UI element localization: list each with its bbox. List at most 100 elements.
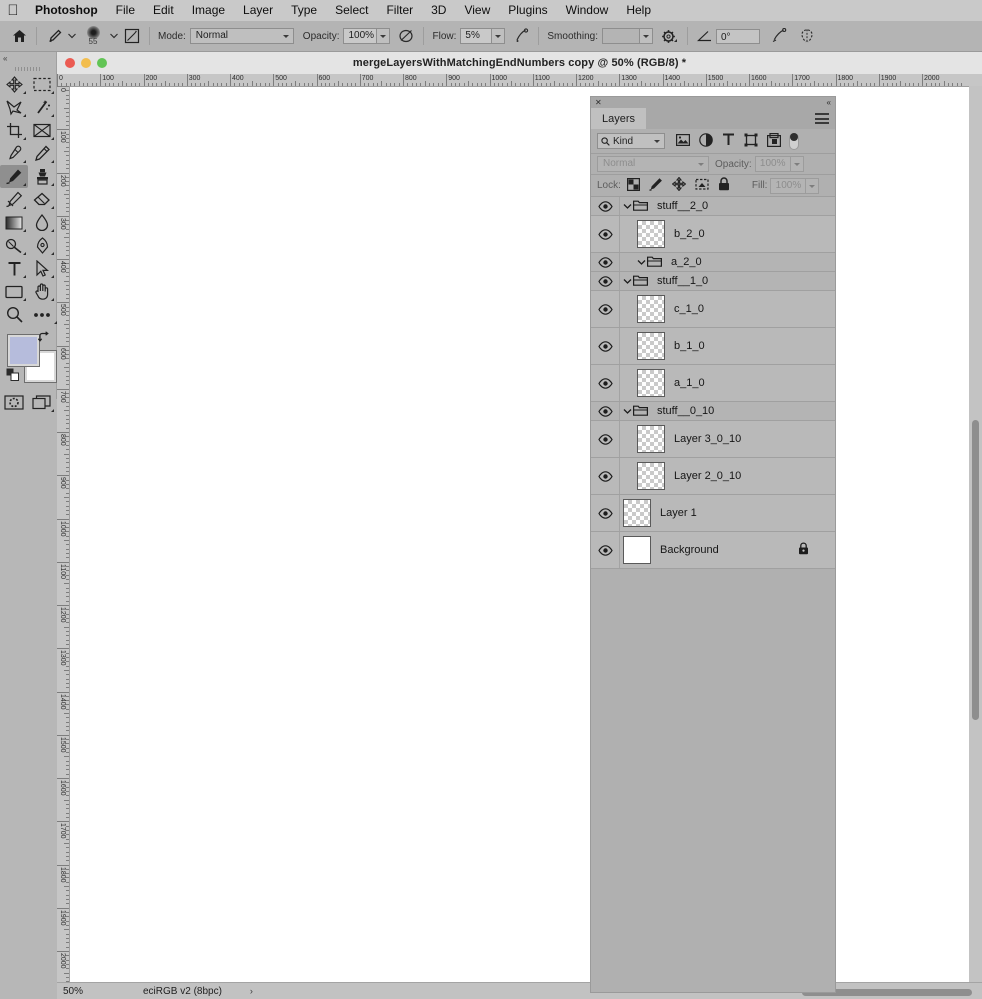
opacity-stepper[interactable]: [377, 28, 391, 44]
group-expand-chevron-icon[interactable]: [623, 203, 632, 210]
lock-image-pixels-icon[interactable]: [649, 177, 663, 194]
home-icon[interactable]: [8, 25, 30, 47]
menu-item-edit[interactable]: Edit: [144, 0, 183, 21]
filter-enable-toggle[interactable]: [789, 132, 799, 150]
layer-row[interactable]: Layer 1: [591, 495, 835, 532]
tool-eraser[interactable]: [28, 188, 56, 211]
panel-menu-icon[interactable]: [815, 113, 829, 127]
quick-mask-icon[interactable]: [0, 391, 28, 414]
tool-rectangle[interactable]: [0, 280, 28, 303]
layer-visibility-toggle[interactable]: [591, 544, 619, 556]
layer-visibility-toggle[interactable]: [591, 470, 619, 482]
apple-logo-icon[interactable]: : [0, 3, 26, 18]
layer-row[interactable]: a_1_0: [591, 365, 835, 402]
tool-path-selection[interactable]: [28, 257, 56, 280]
tool-lasso[interactable]: [0, 96, 28, 119]
layer-visibility-toggle[interactable]: [591, 275, 619, 287]
menu-item-view[interactable]: View: [455, 0, 499, 21]
layer-name[interactable]: Layer 3_0_10: [674, 433, 741, 445]
menu-item-window[interactable]: Window: [557, 0, 618, 21]
tool-crop[interactable]: [0, 119, 28, 142]
tool-clone-stamp[interactable]: [28, 165, 56, 188]
tool-type[interactable]: [0, 257, 28, 280]
tool-pen[interactable]: [28, 234, 56, 257]
tool-magic-wand[interactable]: [28, 96, 56, 119]
tool-spot-healing-brush[interactable]: [28, 142, 56, 165]
brush-size-chevron-icon[interactable]: [107, 25, 121, 47]
menu-item-3d[interactable]: 3D: [422, 0, 455, 21]
layer-thumbnail[interactable]: [623, 536, 651, 564]
layer-row[interactable]: b_1_0: [591, 328, 835, 365]
tool-eyedropper[interactable]: [0, 142, 28, 165]
canvas-vertical-scrollbar[interactable]: [969, 86, 982, 999]
menu-item-photoshop[interactable]: Photoshop: [26, 0, 107, 21]
layer-name[interactable]: stuff__0_10: [657, 405, 714, 417]
layer-thumbnail[interactable]: [637, 369, 665, 397]
tool-blur[interactable]: [28, 211, 56, 234]
layer-name[interactable]: c_1_0: [674, 303, 704, 315]
tool-brush[interactable]: [0, 165, 28, 188]
filter-smartobject-icon[interactable]: [767, 132, 782, 150]
panel-grip[interactable]: [0, 64, 56, 73]
pressure-size-icon[interactable]: [768, 25, 790, 47]
canvas-area[interactable]: [70, 87, 982, 999]
layer-visibility-toggle[interactable]: [591, 340, 619, 352]
swap-colors-icon[interactable]: [37, 331, 50, 346]
tool-gradient[interactable]: [0, 211, 28, 234]
tool-history-brush[interactable]: [0, 188, 28, 211]
lock-artboard-nesting-icon[interactable]: [695, 178, 709, 194]
menu-item-image[interactable]: Image: [183, 0, 234, 21]
foreground-color-swatch[interactable]: [8, 335, 39, 366]
smoothing-input[interactable]: [601, 28, 640, 44]
layer-name[interactable]: Background: [660, 544, 719, 556]
airbrush-icon[interactable]: [510, 25, 532, 47]
default-colors-icon[interactable]: [6, 368, 19, 384]
menu-item-type[interactable]: Type: [282, 0, 326, 21]
group-expand-chevron-icon[interactable]: [623, 278, 632, 285]
brush-size-preview[interactable]: 55: [79, 26, 107, 46]
layer-opacity-stepper[interactable]: [790, 156, 804, 172]
layer-name[interactable]: b_1_0: [674, 340, 705, 352]
layer-thumbnail[interactable]: [637, 295, 665, 323]
menu-item-plugins[interactable]: Plugins: [499, 0, 556, 21]
collapse-panel-icon[interactable]: «: [0, 52, 56, 64]
tab-layers[interactable]: Layers: [591, 108, 647, 129]
layer-name[interactable]: a_1_0: [674, 377, 705, 389]
layer-visibility-toggle[interactable]: [591, 433, 619, 445]
brush-preset-chevron-icon[interactable]: [65, 25, 79, 47]
scrollbar-thumb[interactable]: [972, 420, 979, 720]
flow-input[interactable]: 5%: [460, 28, 493, 44]
filter-type-icon[interactable]: [722, 133, 735, 149]
brush-tool-icon[interactable]: [43, 25, 65, 47]
layer-visibility-toggle[interactable]: [591, 303, 619, 315]
group-expand-chevron-icon[interactable]: [623, 408, 632, 415]
lock-all-icon[interactable]: [718, 177, 730, 194]
layer-thumbnail[interactable]: [637, 462, 665, 490]
layer-row[interactable]: stuff__1_0: [591, 272, 835, 291]
layer-thumbnail[interactable]: [623, 499, 651, 527]
layer-name[interactable]: stuff__2_0: [657, 200, 708, 212]
gear-icon[interactable]: [659, 25, 681, 47]
layer-fill-stepper[interactable]: [806, 177, 820, 194]
layer-thumbnail[interactable]: [637, 425, 665, 453]
filter-pixel-icon[interactable]: [676, 133, 691, 149]
status-menu-arrow-icon[interactable]: ›: [250, 986, 253, 996]
menu-item-select[interactable]: Select: [326, 0, 377, 21]
lock-position-icon[interactable]: [671, 176, 687, 194]
blend-mode-select[interactable]: Normal: [189, 28, 294, 44]
document-title-bar[interactable]: mergeLayersWithMatchingEndNumbers copy @…: [57, 52, 982, 75]
tool-zoom[interactable]: [0, 303, 28, 326]
layer-name[interactable]: Layer 2_0_10: [674, 470, 741, 482]
vertical-ruler[interactable]: 0 100 200 300 400 500 600 700 800 900 1000 1100 1200…: [57, 86, 70, 999]
tool-edit-toolbar[interactable]: [28, 303, 57, 326]
filter-shape-icon[interactable]: [744, 133, 758, 150]
layer-name[interactable]: b_2_0: [674, 228, 705, 240]
tool-frame[interactable]: [28, 119, 56, 142]
screen-mode-icon[interactable]: [28, 391, 56, 414]
layer-thumbnail[interactable]: [637, 332, 665, 360]
layer-row[interactable]: Background: [591, 532, 835, 569]
layer-name[interactable]: a_2_0: [671, 256, 702, 268]
collapse-double-arrow-icon[interactable]: «: [827, 98, 831, 107]
brush-angle-input[interactable]: 0°: [715, 28, 760, 44]
layer-name[interactable]: stuff__1_0: [657, 275, 708, 287]
